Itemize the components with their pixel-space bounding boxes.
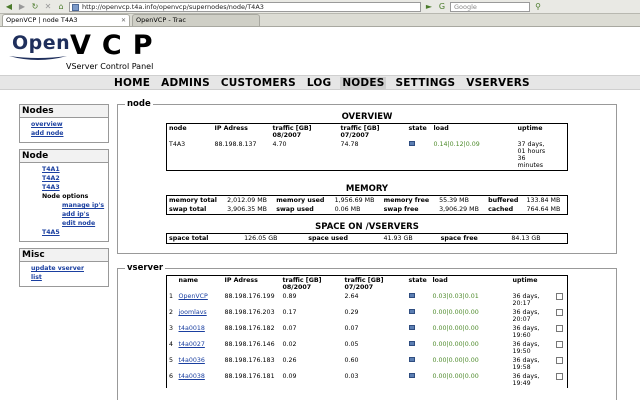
browser-toolbar: ◀ ▶ ↻ ✕ ⌂ http://openvcp.t4a.info/openvc… (0, 0, 640, 14)
forward-arrow-icon[interactable]: ▶ (17, 2, 27, 12)
back-arrow-icon[interactable]: ◀ (4, 2, 14, 12)
state-icon (408, 293, 415, 298)
state-icon (408, 373, 415, 378)
vserver-fieldset: vserver name IP Adress traffic [GB] 08/20… (117, 263, 617, 400)
tab-openvcp-trac[interactable]: OpenVCP - Trac (132, 14, 260, 26)
sidebar-node-options-label: Node options (42, 193, 89, 200)
vserver-legend: vserver (125, 263, 166, 273)
main-nav: HOME ADMINS CUSTOMERS LOG NODES SETTINGS… (0, 75, 640, 90)
sidebar-link-t4a1[interactable]: T4A1 (31, 165, 108, 174)
sidebar-link-t4a3[interactable]: T4A3 (31, 183, 108, 192)
table-row: 2 joomlavs 88.198.176.203 0.17 0.29 0.00… (167, 308, 568, 324)
row-checkbox[interactable] (555, 357, 563, 364)
sidebar-node-box: Node T4A1 T4A2 T4A3 Node options manage … (19, 149, 109, 242)
table-row: memory total 2,012.09 MB memory used 1,9… (169, 197, 561, 204)
table-row: 5 t4a0036 88.198.176.183 0.26 0.60 0.00|… (167, 356, 568, 372)
vserver-link[interactable]: joomlavs (179, 309, 207, 316)
tab-strip: OpenVCP | node T4A3 ✕ OpenVCP - Trac (0, 14, 640, 27)
sidebar-node-title: Node (20, 150, 108, 163)
nav-log[interactable]: LOG (305, 77, 333, 89)
sidebar-link-t4a5[interactable]: T4A5 (31, 228, 108, 237)
vserver-link[interactable]: t4a0038 (179, 373, 205, 380)
nav-admins[interactable]: ADMINS (159, 77, 212, 89)
sidebar-link-manage-ips[interactable]: manage ip's (31, 201, 108, 210)
nav-settings[interactable]: SETTINGS (393, 77, 457, 89)
table-row: swap total 3,906.35 MB swap used 0.06 MB… (169, 206, 561, 213)
sidebar-link-update-vserver-list[interactable]: update vserver list (31, 264, 108, 282)
memory-title: MEMORY (345, 184, 389, 194)
table-row: 6 t4a0038 88.198.176.181 0.09 0.03 0.00|… (167, 372, 568, 388)
nav-nodes[interactable]: NODES (340, 76, 387, 89)
state-icon (408, 341, 415, 346)
space-title: SPACE ON /VSERVERS (315, 222, 419, 232)
sidebar-link-overview[interactable]: overview (31, 120, 108, 129)
sidebar-nodes-title: Nodes (20, 105, 108, 118)
row-checkbox[interactable] (555, 373, 563, 380)
vserver-link[interactable]: t4a0027 (179, 341, 205, 348)
state-icon (408, 357, 415, 362)
tab-openvcp-node[interactable]: OpenVCP | node T4A3 ✕ (2, 14, 130, 26)
space-table: space total 126.05 GB space used 41.93 G… (166, 233, 568, 244)
close-tab-icon[interactable]: ✕ (121, 15, 126, 26)
home-icon[interactable]: ⌂ (56, 2, 66, 12)
search-engine-icon[interactable]: G (437, 2, 447, 12)
logo-vcp: VCP (70, 30, 164, 61)
page-header: Open VCP VServer Control Panel (0, 27, 640, 77)
node-fieldset: node OVERVIEW node IP Adress traffic [GB… (117, 99, 617, 254)
state-icon (408, 309, 415, 314)
stop-icon[interactable]: ✕ (43, 2, 53, 12)
nav-customers[interactable]: CUSTOMERS (219, 77, 298, 89)
row-checkbox[interactable] (555, 293, 563, 300)
row-checkbox[interactable] (555, 341, 563, 348)
search-icon[interactable]: ⚲ (533, 2, 543, 12)
overview-title: OVERVIEW (341, 112, 393, 122)
site-favicon-icon (72, 3, 79, 11)
overview-table: node IP Adress traffic [GB] 08/2007 traff… (166, 123, 568, 171)
url-text: http://openvcp.t4a.info/openvcp/supernod… (82, 2, 264, 11)
table-row: 4 t4a0027 88.198.176.146 0.02 0.05 0.00|… (167, 340, 568, 356)
sidebar-nodes-box: Nodes overview add node (19, 104, 109, 143)
sidebar-link-add-ips[interactable]: add ip's (31, 210, 108, 219)
sidebar-misc-title: Misc (20, 249, 108, 262)
row-checkbox[interactable] (555, 325, 563, 332)
row-checkbox[interactable] (555, 309, 563, 316)
vserver-link[interactable]: t4a0036 (179, 357, 205, 364)
vserver-link[interactable]: t4a0018 (179, 325, 205, 332)
sidebar-link-t4a2[interactable]: T4A2 (31, 174, 108, 183)
sidebar-misc-box: Misc update vserver list (19, 248, 109, 287)
state-icon (408, 325, 415, 330)
search-input[interactable]: Google (450, 1, 530, 12)
memory-table: memory total 2,012.09 MB memory used 1,9… (166, 195, 568, 215)
reload-icon[interactable]: ↻ (30, 2, 40, 12)
vserver-table: name IP Adress traffic [GB] 08/2007 traff… (166, 275, 568, 388)
table-row: space total 126.05 GB space used 41.93 G… (169, 235, 541, 242)
sidebar-link-add-node[interactable]: add node (31, 129, 108, 138)
sidebar-link-edit-node[interactable]: edit node (31, 219, 108, 228)
state-icon (408, 141, 415, 146)
table-row: 3 t4a0018 88.198.176.182 0.07 0.07 0.00|… (167, 324, 568, 340)
sidebar: Nodes overview add node Node T4A1 T4A2 T… (19, 104, 109, 293)
url-bar[interactable]: http://openvcp.t4a.info/openvcp/supernod… (69, 1, 421, 12)
node-legend: node (125, 99, 153, 109)
nav-vservers[interactable]: VSERVERS (464, 77, 532, 89)
logo-subtitle: VServer Control Panel (66, 62, 154, 71)
go-icon[interactable]: ► (424, 2, 434, 12)
vserver-link[interactable]: OpenVCP (179, 293, 208, 300)
nav-home[interactable]: HOME (112, 77, 152, 89)
table-row: 1 OpenVCP 88.198.176.199 0.89 2.64 0.03|… (167, 292, 568, 308)
logo-open: Open (12, 32, 71, 54)
table-row: T4A3 88.198.8.137 4.70 74.78 0.14|0.12|0… (169, 141, 546, 169)
logo-swoosh-icon (9, 56, 67, 60)
